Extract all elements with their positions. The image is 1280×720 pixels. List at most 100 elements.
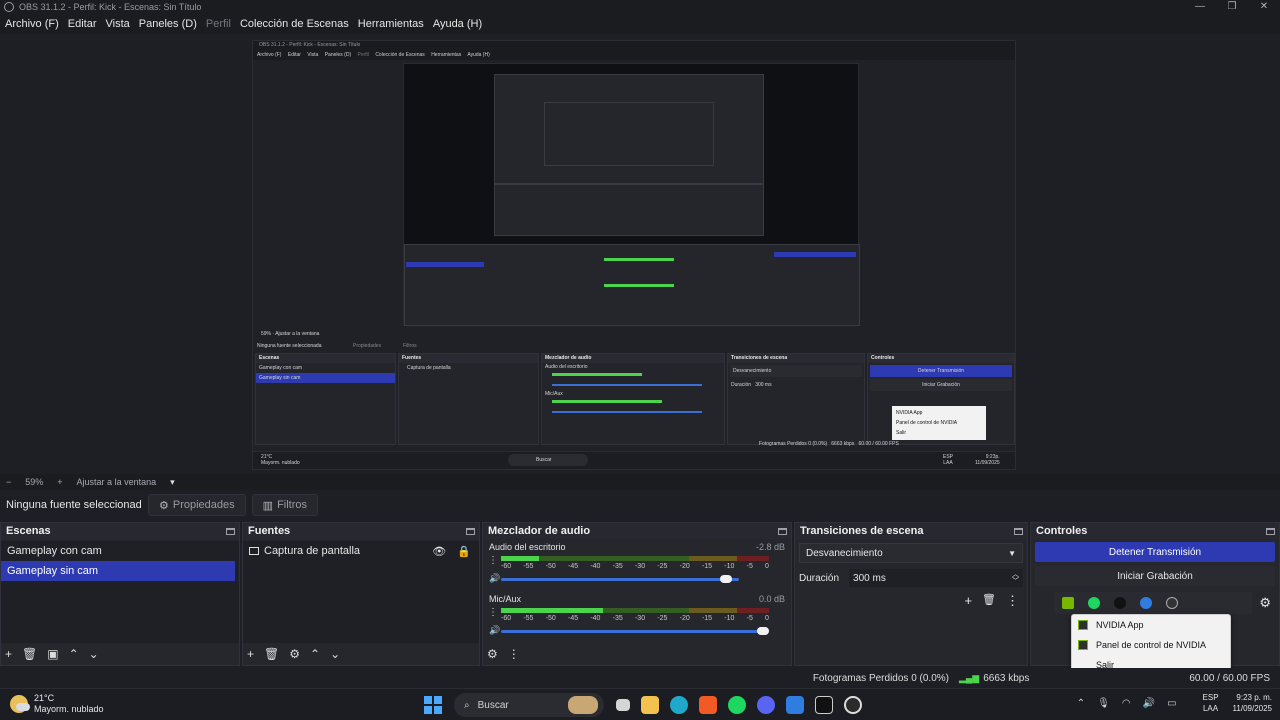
duration-value: 300 ms [853,572,886,584]
windows-start-icon[interactable] [424,696,442,714]
wifi-icon[interactable]: ◠ [1122,698,1131,709]
add-source-button[interactable]: + [247,647,254,661]
nvidia-tray-icon[interactable] [1062,597,1074,609]
remove-scene-button[interactable]: 🗑 [22,647,37,661]
mixer-channel-mic: Mic/Aux 0.0 dB ⋮ -60 -55 -50 -45 -40 -35 -30 -2… [483,593,791,645]
undock-icon[interactable] [466,527,475,535]
call-of-duty-icon[interactable] [815,696,833,714]
menu-bar: Archivo (F) Editar Vista Paneles (D) Per… [0,14,1280,34]
speaker-icon[interactable]: 🔊 [489,573,500,584]
meter-tick-label: -5 [746,563,753,570]
steam-tray-icon[interactable] [1114,597,1126,609]
obs-icon[interactable] [844,696,862,714]
search-label: Buscar [477,699,509,711]
volume-slider[interactable] [501,627,769,635]
clock[interactable]: 9:23 p. m. 11/09/2025 [1233,692,1272,714]
preview-controls-panel: Controles Detener Transmisión Iniciar Gr… [867,353,1015,445]
add-transition-button[interactable]: + [964,593,972,609]
menu-scene-collection[interactable]: Colección de Escenas [240,18,349,30]
spotify-tray-icon[interactable] [1088,597,1100,609]
edge-icon[interactable] [670,696,688,714]
spin-arrows-icon[interactable]: ︿ ﹀ [1012,571,1019,585]
task-view-icon[interactable] [616,699,630,711]
menu-tools[interactable]: Herramientas [358,18,424,30]
maximize-button[interactable]: ❐ [1216,0,1248,14]
undock-icon[interactable] [778,527,787,535]
settings-gear-icon[interactable]: ⚙ [1259,595,1271,611]
undock-icon[interactable] [1266,527,1275,535]
filters-button[interactable]: ▥ Filtros [251,494,319,516]
menu-docks[interactable]: Paneles (D) [139,18,197,30]
menu-file[interactable]: Archivo (F) [5,18,59,30]
undock-icon[interactable] [226,527,235,535]
chevron-up-icon[interactable]: ⌃ [1077,698,1085,709]
stream-preview[interactable]: OBS 31.1.2 - Perfil: Kick - Escenas: Sin… [252,40,1016,470]
undock-icon[interactable] [1014,527,1023,535]
menu-edit[interactable]: Editar [68,18,97,30]
move-up-button[interactable]: ⌃ [310,647,320,661]
source-properties-button[interactable]: ⚙ [289,647,300,661]
taskbar-search[interactable]: ⌕ Buscar [454,693,604,717]
microphone-icon[interactable]: 🎙 [1097,698,1110,709]
menu-item-nvidia-app[interactable]: NVIDIA App [1072,615,1230,635]
vscode-icon[interactable] [786,696,804,714]
battery-icon[interactable]: ▭ [1167,698,1176,709]
recursive-selection [774,252,856,257]
gear-icon: ⚙ [159,499,169,512]
clock-time: 9:23 p. m. [1236,693,1272,702]
speaker-icon[interactable]: 🔊 [489,625,500,636]
preview-menu-item: Paneles (D) [324,52,352,58]
menu-help[interactable]: Ayuda (H) [433,18,482,30]
scene-item-selected[interactable]: Gameplay sin cam [1,561,235,581]
menu-view[interactable]: Vista [106,18,130,30]
bluetooth-tray-icon[interactable] [1140,597,1152,609]
recursive-meter [604,258,674,261]
scene-item[interactable]: Gameplay con cam [1,541,239,561]
stop-streaming-button[interactable]: Detener Transmisión [1035,542,1275,562]
move-down-button[interactable]: ⌄ [89,647,99,661]
preview-menu-bar: Archivo (F) Editar Vista Paneles (D) Per… [253,50,1015,60]
preview-area[interactable]: OBS 31.1.2 - Perfil: Kick - Escenas: Sin… [0,34,1280,474]
zoom-dropdown-icon[interactable]: ▾ [170,477,175,488]
volume-slider[interactable] [501,575,739,583]
move-down-button[interactable]: ⌄ [330,647,340,661]
move-up-button[interactable]: ⌃ [69,647,79,661]
discord-icon[interactable] [757,696,775,714]
remove-source-button[interactable]: 🗑 [264,647,279,661]
menu-item-nvidia-control-panel[interactable]: Panel de control de NVIDIA [1072,635,1230,655]
duration-spinbox[interactable]: 300 ms ︿ ﹀ [849,569,1023,587]
zoom-in-button[interactable]: + [57,477,62,487]
obs-tray-icon[interactable] [1166,597,1178,609]
zoom-fit-label[interactable]: Ajustar a la ventana [77,477,157,487]
volume-icon[interactable]: 🔊 [1143,698,1155,709]
scene-filters-button[interactable]: ▣ [47,647,58,661]
spotify-icon[interactable] [728,696,746,714]
channel-menu-icon[interactable]: ⋮ [488,555,498,566]
channel-menu-icon[interactable]: ⋮ [488,607,498,618]
close-button[interactable]: ✕ [1248,0,1280,14]
preview-menu-item: Editar [287,52,301,58]
lock-icon[interactable]: 🔒 [457,546,471,558]
minimize-button[interactable]: — [1184,0,1216,14]
mixer-menu-button[interactable]: ⋮ [508,647,520,661]
audio-settings-button[interactable]: ⚙ [487,647,498,661]
weather-widget[interactable]: 21°C Mayorm. nublado [10,693,104,715]
mixer-channels: Audio del escritorio -2.8 dB ⋮ -60 -55 -50… [483,541,791,643]
zoom-out-button[interactable]: − [6,477,11,487]
transition-select[interactable]: Desvanecimiento ▼ [799,543,1023,563]
volume-knob[interactable] [720,575,733,583]
start-recording-button[interactable]: Iniciar Grabación [1035,566,1275,586]
volume-knob[interactable] [757,627,769,635]
properties-button[interactable]: ⚙ Propiedades [148,494,246,516]
add-scene-button[interactable]: + [5,647,12,661]
preview-status: Fotogramas Perdidos 0 (0.0%) 6663 kbps 6… [759,441,899,447]
language-indicator[interactable]: ESP LAA [1203,692,1219,714]
eye-icon[interactable]: 👁 [432,546,446,558]
file-explorer-icon[interactable] [641,696,659,714]
source-item[interactable]: Captura de pantalla 👁 🔒 [243,541,479,561]
transition-menu-button[interactable]: ⋮ [1006,593,1019,609]
brave-icon[interactable] [699,696,717,714]
transition-value: Desvanecimiento [806,547,883,559]
dropped-frames: Fotogramas Perdidos 0 (0.0%) [812,672,949,684]
remove-transition-button[interactable]: 🗑 [982,593,996,609]
